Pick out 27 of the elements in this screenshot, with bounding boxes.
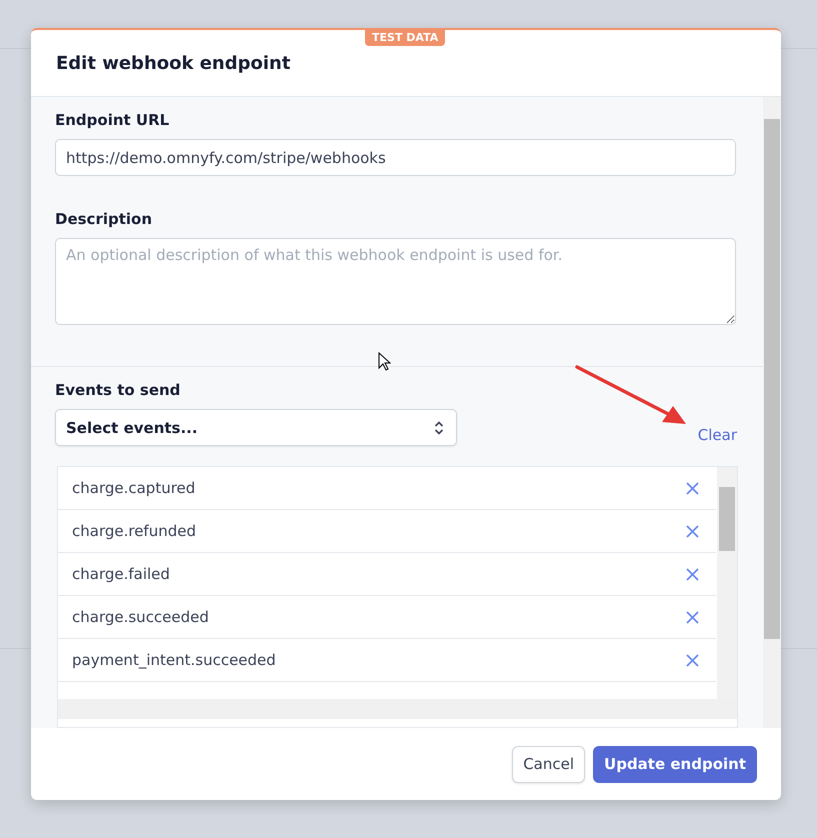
event-name: charge.refunded (72, 522, 196, 540)
event-name: payment_intent.succeeded (72, 651, 276, 669)
field-label: Endpoint URL (55, 111, 170, 129)
list-horizontal-scrollbar[interactable] (58, 699, 737, 719)
mouse-pointer-icon (378, 352, 391, 372)
remove-icon[interactable] (686, 568, 699, 580)
event-name: charge.failed (72, 565, 170, 583)
clear-link[interactable]: Clear (698, 426, 737, 444)
cancel-button[interactable]: Cancel (512, 746, 586, 782)
remove-icon[interactable] (686, 482, 699, 494)
dialog-title: Edit webhook endpoint (56, 52, 290, 74)
remove-icon[interactable] (686, 610, 699, 624)
list-scrollbar[interactable] (717, 467, 737, 699)
test-data-badge: TEST DATA (365, 30, 446, 46)
field-label: Events to send (55, 381, 182, 399)
event-name: charge.succeeded (72, 608, 209, 626)
chevron-updown-icon (434, 420, 444, 434)
events-select[interactable]: Select events... (55, 409, 457, 446)
update-button[interactable]: Update endpoint (593, 746, 757, 782)
select-value: Select events... (66, 418, 198, 436)
field-label: Description (55, 210, 154, 228)
url-field[interactable]: https://demo.omnyfy.com/stripe/webhooks (55, 139, 736, 176)
remove-icon[interactable] (686, 654, 699, 666)
remove-icon[interactable] (686, 524, 699, 538)
description-field[interactable]: An optional description of what this webhook endpoint is used for. (55, 238, 736, 325)
dialog-scrollbar[interactable] (763, 97, 781, 728)
event-name: charge.captured (72, 479, 196, 497)
